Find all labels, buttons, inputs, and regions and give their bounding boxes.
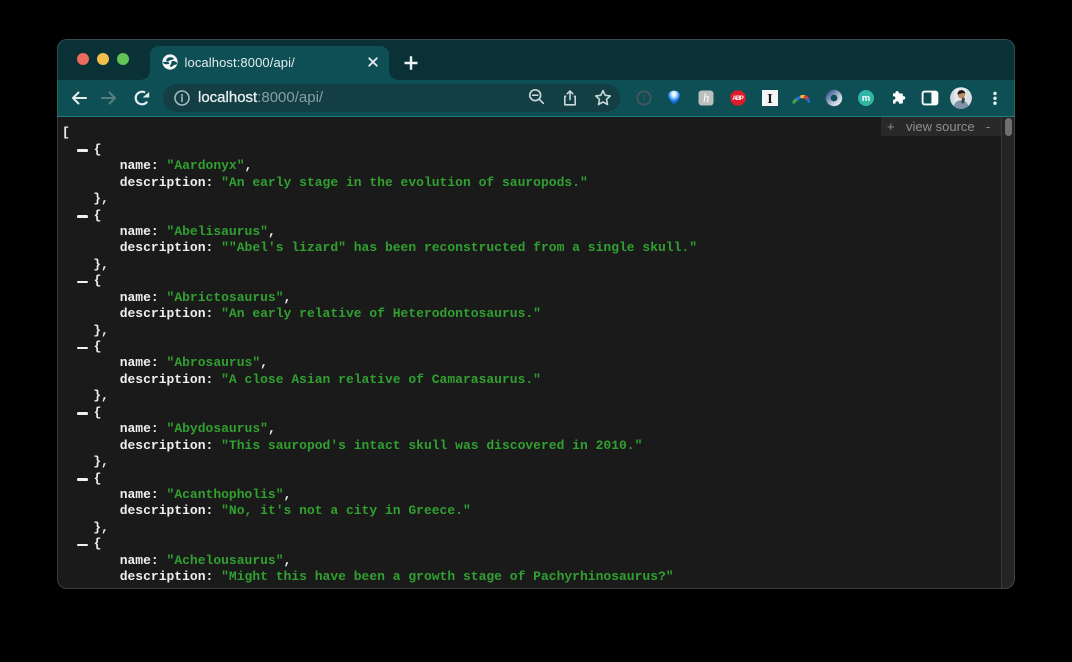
svg-text:m: m (861, 93, 869, 104)
svg-text:h: h (703, 90, 710, 105)
svg-text:ABP: ABP (732, 95, 744, 102)
svg-text:I: I (767, 92, 772, 107)
